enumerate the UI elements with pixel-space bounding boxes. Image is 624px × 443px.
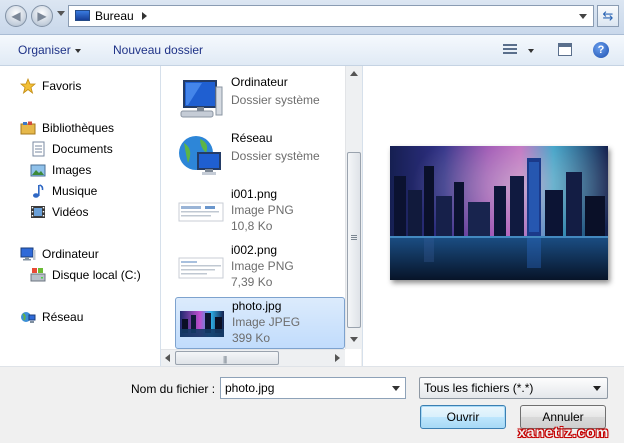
computer-icon bbox=[178, 77, 224, 121]
back-arrow-icon: ◀ bbox=[11, 9, 21, 23]
scroll-grip: ||| bbox=[223, 355, 227, 364]
hard-drive-icon bbox=[30, 267, 46, 283]
file-type: Image PNG bbox=[231, 259, 294, 273]
file-list-horizontal-scrollbar[interactable]: ||| bbox=[161, 349, 345, 367]
network-icon bbox=[20, 309, 36, 325]
network-globe-icon bbox=[178, 133, 224, 177]
scroll-down-arrow-icon[interactable] bbox=[350, 337, 358, 342]
png-thumbnail bbox=[178, 245, 224, 289]
horizontal-scroll-thumb[interactable]: ||| bbox=[175, 351, 279, 365]
nav-item-documents[interactable]: Documents bbox=[30, 140, 113, 158]
filetype-dropdown-icon bbox=[593, 386, 601, 391]
file-list: Ordinateur Dossier système Réseau Dossie… bbox=[161, 66, 361, 366]
file-size: 399 Ko bbox=[232, 331, 271, 345]
nav-item-favorites[interactable]: Favoris bbox=[19, 77, 82, 95]
nav-item-local-disk[interactable]: Disque local (C:) bbox=[30, 266, 141, 284]
vertical-scroll-thumb[interactable] bbox=[347, 152, 361, 328]
forward-button[interactable]: ▶ bbox=[31, 5, 53, 27]
nav-label-videos: Vidéos bbox=[52, 205, 89, 219]
computer-icon bbox=[20, 246, 36, 262]
navigation-pane: Favoris Bibliothèques Documents Images M… bbox=[0, 66, 161, 366]
nav-label-music: Musique bbox=[52, 184, 98, 198]
photo-thumbnail bbox=[179, 301, 225, 345]
file-list-vertical-scrollbar[interactable] bbox=[345, 66, 363, 349]
refresh-button[interactable]: ⇆ bbox=[597, 5, 619, 27]
preview-pane-icon[interactable] bbox=[558, 43, 572, 56]
documents-icon bbox=[30, 141, 46, 157]
file-item-photo[interactable]: photo.jpg Image JPEG 399 Ko bbox=[175, 297, 345, 349]
watermark: xanetiz.com bbox=[518, 424, 610, 440]
address-box[interactable]: Bureau bbox=[68, 5, 594, 27]
refresh-icon: ⇆ bbox=[602, 8, 614, 24]
preview-pane bbox=[362, 66, 624, 366]
recent-pages-dropdown-icon[interactable] bbox=[57, 11, 65, 16]
nav-label-local-disk: Disque local (C:) bbox=[52, 268, 141, 282]
organize-button[interactable]: Organiser bbox=[18, 43, 71, 57]
file-name: Réseau bbox=[231, 131, 273, 145]
view-dropdown-icon[interactable] bbox=[528, 49, 534, 53]
nav-item-music[interactable]: Musique bbox=[30, 182, 97, 200]
nav-label-network: Réseau bbox=[42, 310, 84, 324]
back-button[interactable]: ◀ bbox=[5, 5, 27, 27]
star-icon bbox=[19, 77, 37, 95]
filename-input[interactable] bbox=[225, 380, 385, 396]
toolbar: Organiser Nouveau dossier ? bbox=[0, 35, 624, 66]
scroll-left-arrow-icon[interactable] bbox=[165, 354, 170, 362]
nav-label-documents: Documents bbox=[52, 142, 113, 156]
new-folder-button[interactable]: Nouveau dossier bbox=[113, 43, 203, 57]
open-button[interactable]: Ouvrir bbox=[420, 405, 506, 429]
file-item-i002[interactable]: i002.png Image PNG 7,39 Ko bbox=[175, 242, 345, 294]
nav-label-computer: Ordinateur bbox=[42, 247, 99, 261]
images-icon bbox=[30, 162, 46, 178]
file-type: Image PNG bbox=[231, 203, 294, 217]
filetype-value: Tous les fichiers (*.*) bbox=[424, 381, 534, 395]
filetype-select[interactable]: Tous les fichiers (*.*) bbox=[419, 377, 608, 399]
desktop-icon bbox=[75, 10, 90, 21]
nav-item-libraries[interactable]: Bibliothèques bbox=[20, 119, 114, 137]
library-icon bbox=[20, 120, 36, 136]
breadcrumb-chevron-icon[interactable] bbox=[142, 12, 147, 20]
help-icon[interactable]: ? bbox=[593, 42, 609, 58]
file-name: photo.jpg bbox=[232, 299, 282, 313]
file-item-network[interactable]: Réseau Dossier système bbox=[175, 130, 345, 182]
nav-item-videos[interactable]: Vidéos bbox=[30, 203, 88, 221]
film-icon bbox=[30, 204, 46, 220]
file-name: Ordinateur bbox=[231, 75, 288, 89]
file-item-i001[interactable]: i001.png Image PNG 10,8 Ko bbox=[175, 186, 345, 238]
photo-preview-image bbox=[390, 146, 608, 280]
nav-item-images[interactable]: Images bbox=[30, 161, 91, 179]
scroll-up-arrow-icon[interactable] bbox=[350, 71, 358, 76]
nav-item-network[interactable]: Réseau bbox=[20, 308, 83, 326]
address-dropdown-icon[interactable] bbox=[579, 14, 587, 19]
png-thumbnail bbox=[178, 189, 224, 233]
file-item-computer[interactable]: Ordinateur Dossier système bbox=[175, 74, 345, 126]
filename-combobox[interactable] bbox=[220, 377, 406, 399]
nav-label-libraries: Bibliothèques bbox=[42, 121, 115, 135]
address-path[interactable]: Bureau bbox=[95, 9, 134, 23]
file-name: i001.png bbox=[231, 187, 278, 201]
scroll-right-arrow-icon[interactable] bbox=[335, 354, 340, 362]
address-bar: ◀ ▶ Bureau ⇆ bbox=[0, 0, 624, 35]
file-size: 7,39 Ko bbox=[231, 275, 273, 289]
forward-arrow-icon: ▶ bbox=[37, 9, 47, 23]
change-view-icon[interactable] bbox=[503, 43, 517, 56]
file-type: Dossier système bbox=[231, 149, 320, 163]
nav-label-favorites: Favoris bbox=[42, 79, 82, 93]
nav-item-computer[interactable]: Ordinateur bbox=[20, 245, 99, 263]
file-name: i002.png bbox=[231, 243, 278, 257]
filename-label: Nom du fichier : bbox=[131, 382, 216, 396]
file-size: 10,8 Ko bbox=[231, 219, 273, 233]
organize-dropdown-icon[interactable] bbox=[75, 49, 81, 53]
nav-label-images: Images bbox=[52, 163, 92, 177]
file-type: Dossier système bbox=[231, 93, 320, 107]
filename-dropdown-icon[interactable] bbox=[392, 386, 400, 391]
file-type: Image JPEG bbox=[232, 315, 301, 329]
music-note-icon bbox=[30, 183, 46, 199]
